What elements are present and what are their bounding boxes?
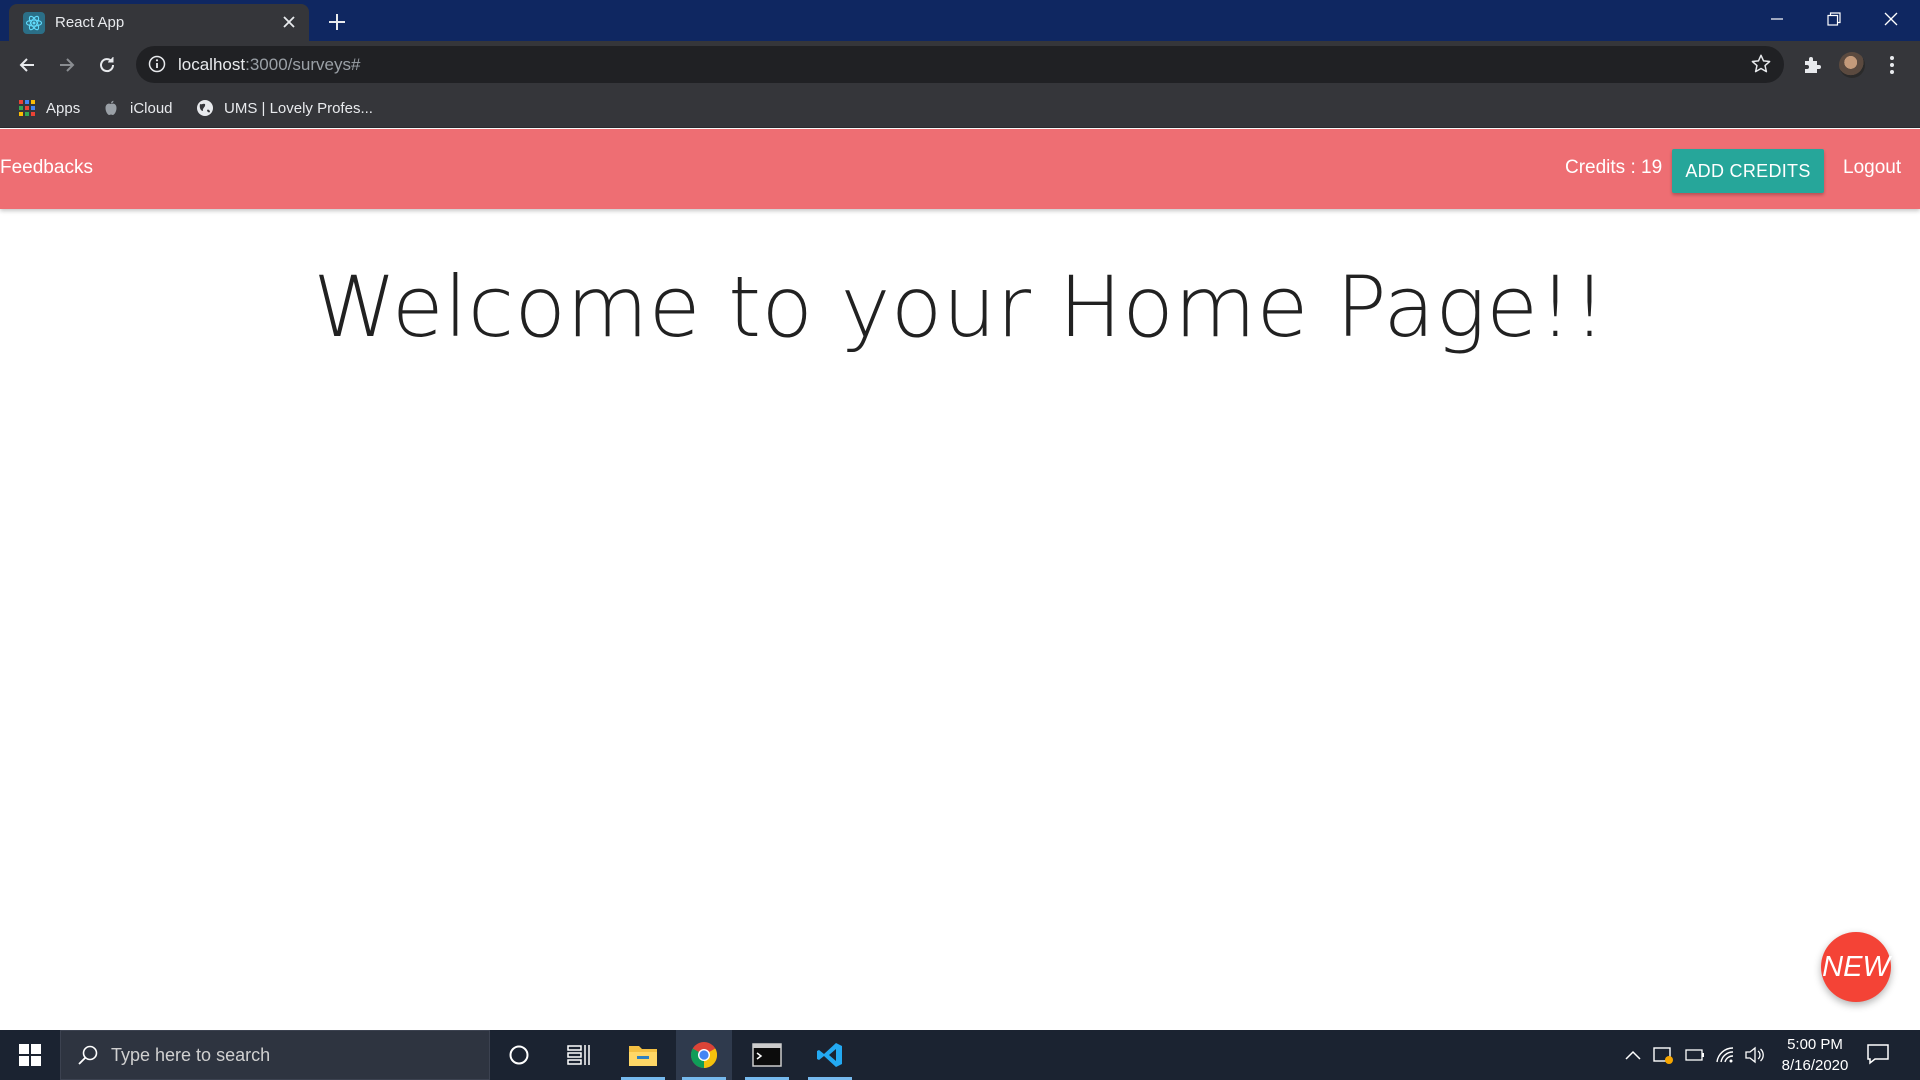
clock-date: 8/16/2020	[1781, 1057, 1849, 1074]
react-logo-icon	[23, 12, 45, 34]
bookmark-ums[interactable]: UMS | Lovely Profes...	[196, 96, 373, 120]
start-windows-icon[interactable]	[0, 1030, 60, 1080]
apps-grid-icon	[18, 99, 36, 117]
globe-icon	[196, 99, 214, 117]
battery-icon[interactable]	[1683, 1043, 1707, 1067]
cortana-icon[interactable]	[491, 1030, 547, 1080]
app-navbar: Feedbacks Credits : 19 ADD CREDITS Logou…	[0, 129, 1920, 209]
apple-logo-icon	[102, 99, 120, 117]
clock-time: 5:00 PM	[1787, 1036, 1843, 1053]
taskbar-search-box[interactable]: Type here to search	[60, 1030, 490, 1080]
url-text[interactable]: localhost:3000/surveys#	[178, 55, 360, 75]
bookmarks-bar: Apps iCloud UMS | Lovely Profes...	[0, 88, 1920, 128]
security-tray-icon[interactable]	[1651, 1043, 1675, 1067]
restore-button[interactable]	[1805, 0, 1863, 38]
logout-link[interactable]: Logout	[1843, 157, 1901, 179]
close-window-button[interactable]	[1862, 0, 1920, 38]
page-heading: Welcome to your Home Page!!	[313, 258, 1607, 356]
notification-center-icon[interactable]	[1866, 1042, 1892, 1068]
add-credits-button[interactable]: ADD CREDITS	[1672, 149, 1824, 193]
tab-title: React App	[55, 14, 125, 31]
address-bar[interactable]: localhost:3000/surveys#	[136, 46, 1784, 83]
task-view-icon[interactable]	[551, 1030, 607, 1080]
chevron-up-icon[interactable]	[1621, 1043, 1645, 1067]
browser-titlebar: React App	[0, 0, 1920, 41]
bookmark-icloud[interactable]: iCloud	[102, 96, 173, 120]
file-explorer-icon[interactable]	[615, 1030, 671, 1080]
reload-button[interactable]	[90, 48, 124, 82]
windows-taskbar: Type here to search 5:00 PM 8/16/2020	[0, 1030, 1920, 1080]
search-placeholder: Type here to search	[111, 1045, 271, 1065]
browser-tab-active[interactable]: React App	[9, 4, 309, 41]
bookmark-star-icon[interactable]	[1750, 53, 1774, 77]
info-icon[interactable]	[148, 55, 166, 73]
chrome-taskbar-icon[interactable]	[676, 1030, 732, 1080]
browser-menu-icon[interactable]	[1876, 49, 1908, 81]
volume-icon[interactable]	[1742, 1043, 1766, 1067]
wifi-icon[interactable]	[1713, 1043, 1737, 1067]
bookmark-apps[interactable]: Apps	[18, 96, 80, 120]
tab-close-icon[interactable]	[277, 10, 301, 34]
credits-display: Credits : 19	[1565, 157, 1663, 178]
taskbar-clock[interactable]: 5:00 PM 8/16/2020	[1772, 1034, 1858, 1076]
minimize-button[interactable]	[1748, 0, 1806, 38]
profile-avatar[interactable]	[1836, 49, 1868, 81]
browser-toolbar: localhost:3000/surveys#	[0, 41, 1920, 88]
search-icon	[77, 1044, 101, 1068]
new-survey-fab[interactable]: NEW	[1821, 932, 1891, 1002]
forward-button[interactable]	[50, 48, 84, 82]
new-tab-button[interactable]	[322, 7, 352, 37]
back-button[interactable]	[10, 48, 44, 82]
extensions-puzzle-icon[interactable]	[1796, 49, 1828, 81]
terminal-icon[interactable]	[739, 1030, 795, 1080]
brand-logo-link[interactable]: Feedbacks	[0, 157, 93, 179]
vscode-icon[interactable]	[802, 1030, 858, 1080]
